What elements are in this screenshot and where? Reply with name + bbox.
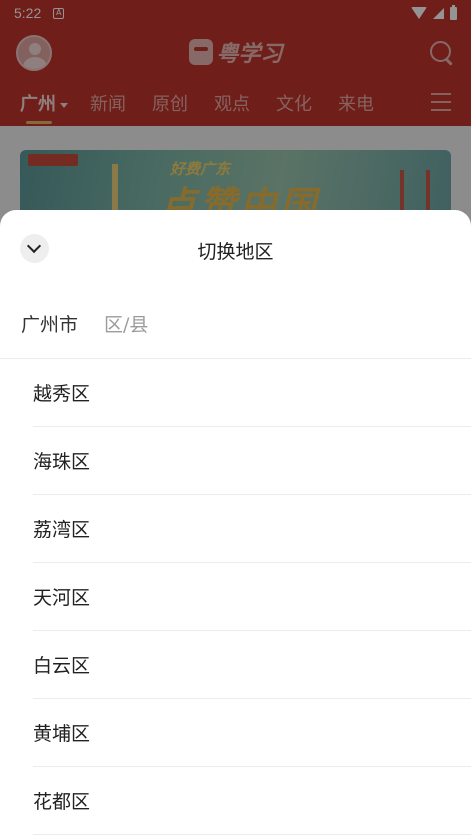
list-item[interactable]: 白云区 [33,631,471,699]
list-item[interactable]: 花都区 [33,767,471,835]
sheet-header: 切换地区 [0,210,471,288]
list-item[interactable]: 黄埔区 [33,699,471,767]
list-item[interactable]: 海珠区 [33,427,471,495]
district-list: 越秀区 海珠区 荔湾区 天河区 白云区 黄埔区 花都区 [0,359,471,835]
tab-city[interactable]: 广州市 [21,310,78,337]
level-tabs: 广州市 区/县 [0,288,471,358]
sheet-title: 切换地区 [197,241,274,263]
list-item[interactable]: 天河区 [33,563,471,631]
tab-district[interactable]: 区/县 [104,310,148,337]
list-item[interactable]: 荔湾区 [33,495,471,563]
region-picker-sheet: 切换地区 广州市 区/县 越秀区 海珠区 荔湾区 天河区 白云区 黄埔区 花都区 [0,210,471,839]
list-item[interactable]: 越秀区 [33,359,471,427]
screen: 5:22 A 粤学习 广州 新闻 原创 观点 文化 来电 好费广东 点赞中国 切… [0,0,471,839]
